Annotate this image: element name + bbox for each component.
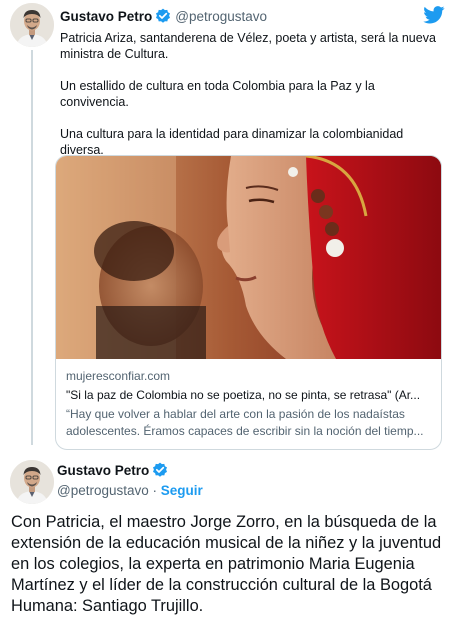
tweet-2-text: Con Patricia, el maestro Jorge Zorro, en… [11,513,442,615]
tweet-1-paragraph: Patricia Ariza, santanderena de Vélez, p… [60,31,436,61]
thread-connector-line [31,50,33,445]
tweet-1-text: Patricia Ariza, santanderena de Vélez, p… [60,30,445,158]
tweet-2-header: Gustavo Petro [57,462,172,478]
verified-badge-icon [155,8,171,24]
link-preview-image[interactable] [56,156,441,359]
author-avatar[interactable] [10,3,54,47]
author-name[interactable]: Gustavo Petro [60,9,152,24]
author-name[interactable]: Gustavo Petro [57,463,149,478]
link-preview-title[interactable]: "Si la paz de Colombia no se poetiza, no… [66,388,434,402]
link-preview-description-line: adolescentes. Éramos capaces de escribir… [66,424,424,438]
tweet-1: Gustavo Petro @petrogustavo Patricia Ari… [0,0,450,455]
link-preview-description: “Hay que volver a hablar del arte con la… [66,406,434,440]
handle-separator: · [148,483,161,498]
author-handle[interactable]: @petrogustavo [175,9,267,24]
author-handle[interactable]: @petrogustavo [57,483,149,498]
tweet-1-header: Gustavo Petro @petrogustavo [60,6,267,26]
twitter-bird-icon[interactable] [423,6,445,24]
tweet-2-handle-row: @petrogustavo · Seguir [57,483,203,498]
author-avatar[interactable] [10,460,54,504]
link-preview-card[interactable]: mujeresconfiar.com "Si la paz de Colombi… [55,155,442,450]
follow-button[interactable]: Seguir [161,483,203,498]
tweet-1-paragraph: Una cultura para la identidad para dinam… [60,127,404,157]
link-preview-domain[interactable]: mujeresconfiar.com [66,369,170,383]
verified-badge-icon [152,462,168,478]
tweet-1-paragraph: Un estallido de cultura en toda Colombia… [60,79,375,109]
link-preview-description-line: “Hay que volver a hablar del arte con la… [66,407,405,421]
